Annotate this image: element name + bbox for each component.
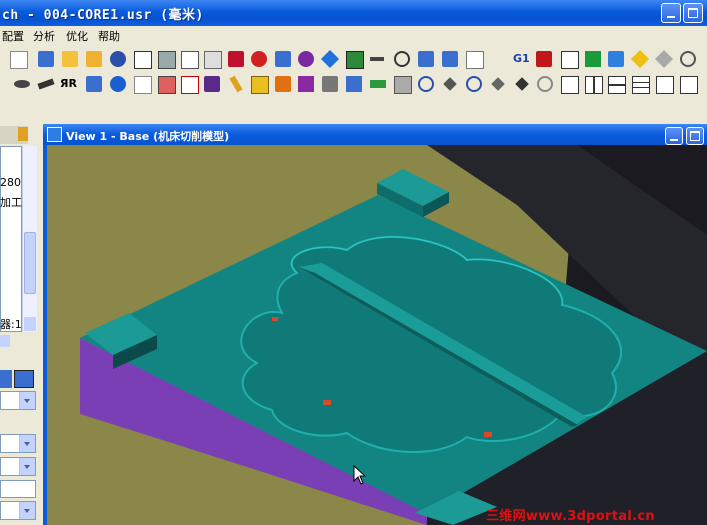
info-text-box [0, 146, 22, 332]
sphere-icon[interactable] [298, 51, 314, 67]
disk-icon[interactable] [275, 51, 291, 67]
dropdown-1-arrow-icon[interactable] [19, 392, 35, 409]
split-vertical-icon[interactable] [585, 76, 603, 94]
apt-icon[interactable] [204, 51, 222, 69]
open-folder-icon[interactable] [62, 51, 78, 67]
view-minimize-button[interactable] [665, 127, 683, 145]
compare-icon[interactable] [158, 76, 176, 94]
options-icon[interactable] [561, 51, 579, 69]
split-four-icon[interactable] [656, 76, 674, 94]
print-icon[interactable] [394, 76, 412, 94]
split-three-icon[interactable] [632, 76, 650, 94]
scrollbar-thumb[interactable] [24, 232, 36, 294]
x-tool-icon[interactable] [443, 77, 457, 91]
save-icon[interactable] [38, 51, 54, 67]
menu-optimize[interactable]: 优化 [66, 28, 88, 44]
mill-icon[interactable] [181, 51, 199, 69]
dropdown-1[interactable] [0, 391, 36, 410]
dropdown-4-arrow-icon[interactable] [19, 502, 35, 519]
g1-button[interactable]: G1 [513, 52, 530, 65]
menu-config[interactable]: 配置 [2, 28, 24, 44]
minimize-button[interactable] [661, 3, 681, 23]
panel-scroll-h [0, 334, 36, 348]
save-as-icon[interactable] [418, 51, 434, 67]
rotate-icon[interactable] [466, 76, 482, 92]
marker-3 [272, 317, 278, 321]
view-maximize-icon [690, 131, 700, 141]
pencil-icon[interactable] [229, 75, 243, 93]
mouse-cursor-icon [353, 465, 367, 485]
scroll-down-button[interactable] [24, 317, 36, 331]
layout-icon[interactable] [680, 76, 698, 94]
eye-icon[interactable] [14, 80, 30, 88]
toolbar-row-2: ЯR [0, 72, 707, 96]
scroll-right-button[interactable] [0, 335, 10, 347]
model-icon[interactable] [204, 76, 220, 92]
machining-model [80, 145, 707, 525]
marker-1 [323, 400, 331, 405]
window-title: ch - 004-CORE1.usr (毫米) [2, 8, 204, 23]
gcode-icon[interactable] [536, 51, 552, 67]
move-icon[interactable] [515, 77, 529, 91]
vericut-logo-icon [47, 127, 62, 142]
stop-icon[interactable] [251, 51, 267, 67]
refresh-icon[interactable] [680, 51, 696, 67]
tree-icon[interactable] [346, 76, 362, 92]
grid-icon[interactable] [346, 51, 364, 69]
watermark: 三维网www.3dportal.cn [486, 509, 655, 524]
clamp-icon[interactable] [322, 76, 338, 92]
dropdown-4[interactable] [0, 501, 36, 520]
target-icon[interactable] [394, 51, 410, 67]
marker-2 [484, 432, 492, 437]
arrow-icon[interactable] [585, 51, 601, 67]
dropdown-3[interactable] [0, 457, 36, 476]
bar-icon[interactable] [370, 57, 384, 61]
folder-icon[interactable] [86, 51, 102, 67]
dropdown-3-arrow-icon[interactable] [19, 458, 35, 475]
single-view-icon[interactable] [561, 76, 579, 94]
document-icon[interactable] [86, 76, 102, 92]
v-logo-icon[interactable] [608, 51, 624, 67]
rr-button[interactable]: ЯR [60, 77, 77, 90]
view-maximize-button[interactable] [686, 127, 704, 145]
panel-save-icon[interactable] [0, 370, 12, 388]
split-horizontal-icon[interactable] [608, 76, 626, 94]
menu-help[interactable]: 帮助 [98, 28, 120, 44]
menu-analysis[interactable]: 分析 [33, 28, 55, 44]
view-minimize-icon [670, 139, 678, 141]
calculator-icon[interactable] [158, 51, 176, 69]
info-line-1: 280, [0, 176, 25, 189]
gxy-icon[interactable] [466, 51, 484, 69]
zoom-icon[interactable] [537, 76, 553, 92]
drill-icon[interactable] [37, 78, 55, 90]
tool-icon[interactable] [110, 51, 126, 67]
3d-viewport[interactable] [47, 145, 707, 525]
maximize-button[interactable] [683, 3, 703, 23]
toolbar-row-1: G1 [0, 47, 707, 71]
vertical-scrollbar[interactable] [22, 146, 37, 332]
import-icon[interactable] [134, 51, 152, 69]
cutter-icon[interactable] [418, 76, 434, 92]
save-all-icon[interactable] [442, 51, 458, 67]
panel-disk-icon[interactable] [14, 370, 34, 388]
dropdown-2-arrow-icon[interactable] [19, 435, 35, 452]
diamond-icon[interactable] [320, 49, 340, 69]
chart-icon[interactable] [134, 76, 152, 94]
erase-icon[interactable] [654, 49, 674, 69]
dropdown-2[interactable] [0, 434, 36, 453]
cube-icon[interactable] [251, 76, 269, 94]
info-icon[interactable] [110, 76, 126, 92]
red-box-icon[interactable] [228, 51, 244, 67]
delete-icon[interactable] [181, 76, 199, 94]
input-field[interactable] [0, 480, 36, 498]
new-doc-icon[interactable] [10, 51, 28, 69]
fixture-icon[interactable] [298, 76, 314, 92]
panel-tool-icon[interactable] [18, 127, 28, 141]
minimize-icon [667, 16, 675, 18]
stock-icon[interactable] [275, 76, 291, 92]
view-title: View 1 - Base (机床切削模型) [66, 130, 230, 143]
ruler-icon[interactable] [370, 80, 386, 88]
tag-icon[interactable] [630, 49, 650, 69]
cross-icon[interactable] [491, 77, 505, 91]
